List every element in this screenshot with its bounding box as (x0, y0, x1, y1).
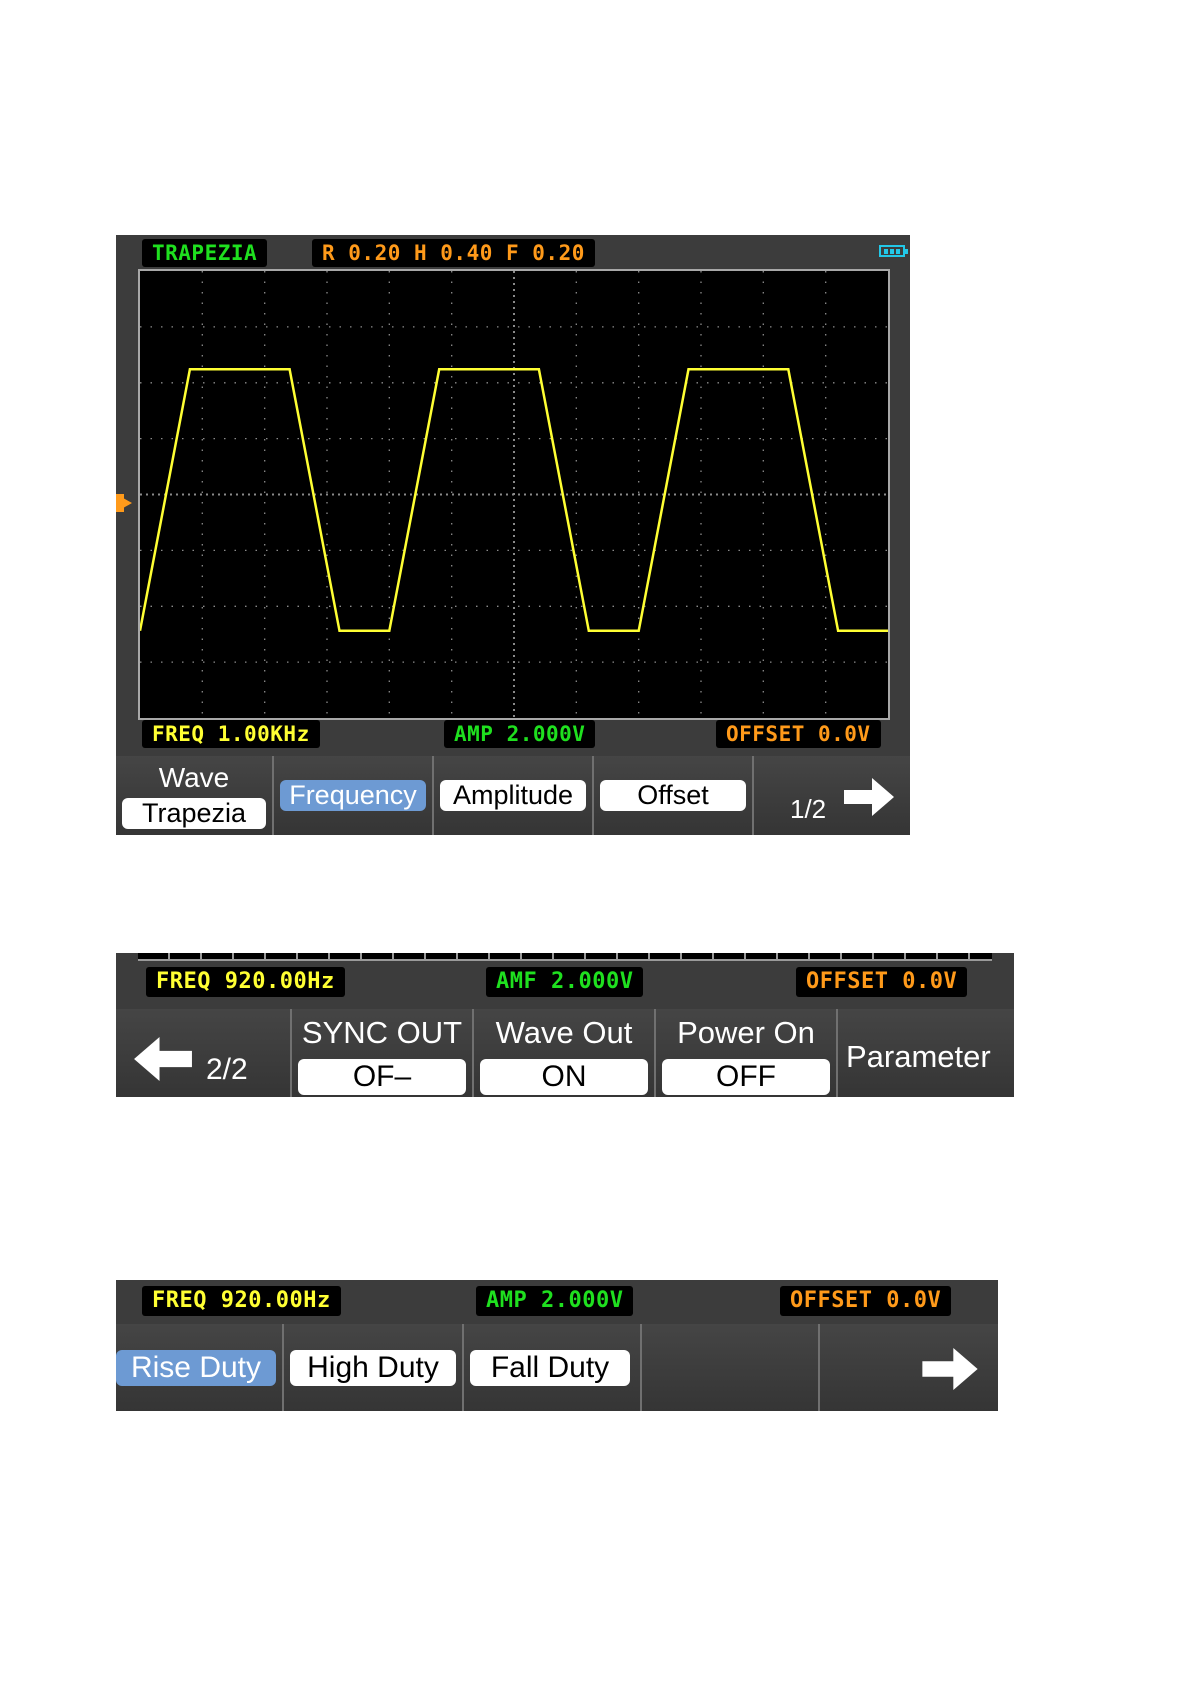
sync-out-label: SYNC OUT (301, 1015, 463, 1050)
frequency-readout: FREQ 920.00Hz (146, 967, 345, 997)
prev-page-softkey[interactable]: 2/2 (116, 1009, 292, 1097)
wave-softkey-value: Trapezia (122, 798, 266, 829)
offset-readout: OFFSET 0.0V (716, 720, 881, 748)
wave-softkey-label: Wave (158, 762, 230, 793)
waveform-display (138, 269, 890, 720)
grid-edge (138, 953, 992, 961)
frequency-readout: FREQ 1.00KHz (142, 720, 320, 748)
frequency-softkey[interactable]: Frequency (274, 756, 434, 835)
amplitude-softkey[interactable]: Amplitude (434, 756, 594, 835)
rise-duty-softkey[interactable]: Rise Duty (116, 1324, 284, 1411)
scope-screen-duty: FREQ 920.00Hz AMP 2.000V OFFSET 0.0V Ris… (116, 1280, 998, 1411)
parameter-softkey[interactable]: Parameter (838, 1009, 1014, 1097)
power-on-label: Power On (677, 1015, 815, 1050)
frequency-softkey-label: Frequency (280, 779, 426, 811)
battery-icon (879, 245, 908, 257)
high-duty-label: High Duty (290, 1349, 456, 1386)
sync-out-softkey[interactable]: SYNC OUT OF– (292, 1009, 474, 1097)
power-on-value: OFF (662, 1059, 830, 1095)
next-page-softkey[interactable] (820, 1324, 998, 1411)
next-page-softkey[interactable]: 1/2 (754, 756, 910, 835)
offset-readout: OFFSET 0.0V (796, 967, 968, 997)
page-indicator: 2/2 (206, 1053, 248, 1086)
wave-out-softkey[interactable]: Wave Out ON (474, 1009, 656, 1097)
amplitude-readout: AMP 2.000V (444, 720, 596, 748)
frequency-readout: FREQ 920.00Hz (142, 1286, 341, 1316)
offset-readout: OFFSET 0.0V (780, 1286, 952, 1316)
wave-params-badge: R 0.20 H 0.40 F 0.20 (312, 239, 595, 267)
fall-duty-label: Fall Duty (470, 1349, 630, 1386)
wave-out-value: ON (480, 1059, 648, 1095)
right-arrow-icon (922, 1348, 978, 1390)
high-duty-softkey[interactable]: High Duty (284, 1324, 464, 1411)
softkey-menu-page2: 2/2 SYNC OUT OF– Wave Out ON Power On OF… (116, 1009, 1014, 1097)
sync-out-value: OF– (298, 1059, 466, 1095)
page-indicator: 1/2 (790, 794, 827, 824)
scope-screen-main: TRAPEZIA R 0.20 H 0.40 F 0.20 FREQ 1.00K… (116, 235, 910, 835)
power-on-softkey[interactable]: Power On OFF (656, 1009, 838, 1097)
amplitude-readout: AMF 2.000V (486, 967, 644, 997)
wave-softkey[interactable]: Wave Trapezia (116, 756, 274, 835)
offset-softkey-label: Offset (600, 779, 746, 811)
offset-marker-icon[interactable] (116, 494, 132, 512)
amplitude-softkey-label: Amplitude (440, 779, 586, 811)
parameter-label: Parameter (846, 1039, 991, 1074)
softkey-menu-duty: Rise Duty High Duty Fall Duty (116, 1324, 998, 1411)
offset-softkey[interactable]: Offset (594, 756, 754, 835)
fall-duty-softkey[interactable]: Fall Duty (464, 1324, 642, 1411)
left-arrow-icon (134, 1037, 192, 1081)
rise-duty-label: Rise Duty (116, 1349, 276, 1386)
amplitude-readout: AMP 2.000V (476, 1286, 634, 1316)
right-arrow-icon (844, 778, 894, 816)
wave-name-badge: TRAPEZIA (142, 239, 268, 267)
scope-screen-page2: FREQ 920.00Hz AMF 2.000V OFFSET 0.0V 2/2… (116, 953, 1014, 1097)
empty-softkey[interactable] (642, 1324, 820, 1411)
waveform-grid (140, 271, 888, 718)
softkey-menu-page1: Wave Trapezia Frequency Amplitude Offset… (116, 756, 910, 835)
wave-out-label: Wave Out (495, 1015, 633, 1050)
